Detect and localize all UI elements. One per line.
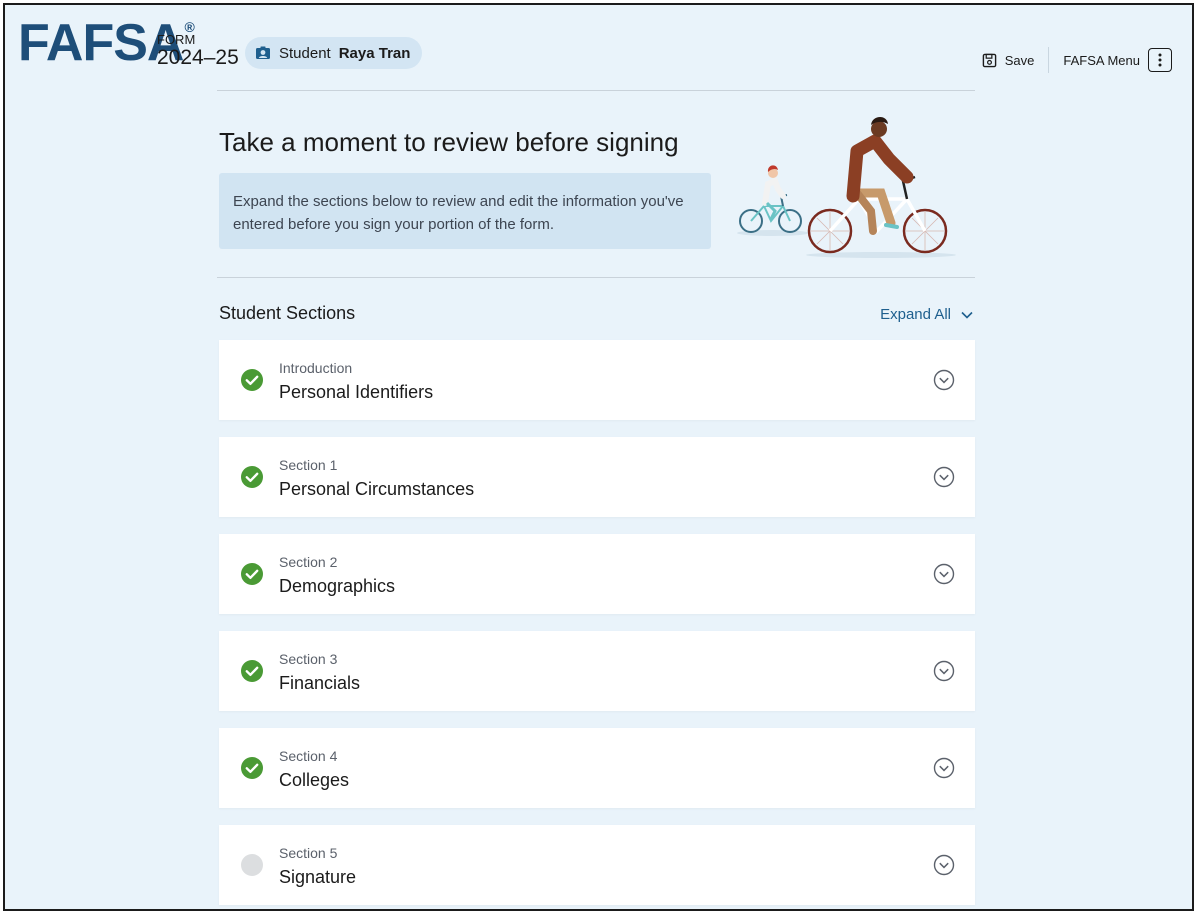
expand-chevron-icon[interactable] — [933, 563, 955, 585]
student-id-icon — [256, 46, 270, 59]
student-role: Student — [279, 44, 331, 62]
section-title: Financials — [279, 673, 361, 693]
expand-chevron-icon[interactable] — [933, 466, 955, 488]
save-label: Save — [1004, 52, 1035, 68]
section-label: Section 3 — [279, 651, 338, 667]
expand-chevron-icon[interactable] — [933, 369, 955, 391]
expand-all-label: Expand All — [880, 306, 951, 323]
section-title: Signature — [279, 867, 357, 887]
section-label: Introduction — [279, 360, 353, 376]
section-card-introduction[interactable]: Introduction Personal Identifiers — [219, 340, 975, 420]
check-circle-icon — [241, 660, 263, 682]
page-title: Take a moment to review before signing — [219, 127, 679, 157]
section-list: Introduction Personal Identifiers Sectio… — [217, 340, 975, 905]
student-badge: Student Raya Tran — [245, 37, 423, 69]
info-box: Expand the sections below to review and … — [219, 173, 711, 249]
section-label: Section 4 — [279, 748, 338, 764]
chevron-down-icon — [961, 311, 973, 319]
section-title: Demographics — [279, 576, 396, 596]
header-actions: Save FAFSA Menu — [982, 47, 1172, 73]
expand-all-button[interactable]: Expand All — [880, 306, 973, 323]
incomplete-circle-icon — [241, 854, 263, 876]
section-title: Colleges — [279, 770, 350, 790]
section-title: Personal Circumstances — [279, 479, 475, 499]
sections-header: Student Sections Expand All — [217, 278, 975, 340]
save-disk-icon — [982, 53, 997, 67]
main-content: Take a moment to review before signing E… — [217, 90, 975, 909]
review-hero: Take a moment to review before signing E… — [217, 91, 975, 277]
form-year: 2024–25 — [157, 46, 239, 69]
section-card-1[interactable]: Section 1 Personal Circumstances — [219, 437, 975, 517]
form-year-block: FORM 2024–25 — [157, 33, 239, 69]
section-card-3[interactable]: Section 3 Financials — [219, 631, 975, 711]
form-label: FORM — [157, 32, 196, 47]
section-label: Section 5 — [279, 845, 338, 861]
expand-chevron-icon[interactable] — [933, 660, 955, 682]
expand-chevron-icon[interactable] — [933, 757, 955, 779]
cyclists-illustration — [737, 116, 956, 258]
expand-chevron-icon[interactable] — [933, 854, 955, 876]
check-circle-icon — [241, 757, 263, 779]
sections-title: Student Sections — [219, 303, 356, 323]
section-card-2[interactable]: Section 2 Demographics — [219, 534, 975, 614]
section-label: Section 2 — [279, 554, 338, 570]
student-name: Raya Tran — [338, 44, 411, 62]
check-circle-icon — [241, 369, 263, 391]
section-label: Section 1 — [279, 457, 338, 473]
menu-label: FAFSA Menu — [1063, 52, 1140, 68]
section-card-5[interactable]: Section 5 Signature — [219, 825, 975, 905]
kebab-menu-icon — [1148, 48, 1172, 72]
save-button[interactable]: Save — [982, 47, 1050, 73]
section-card-4[interactable]: Section 4 Colleges — [219, 728, 975, 808]
check-circle-icon — [241, 563, 263, 585]
fafsa-menu-button[interactable]: FAFSA Menu — [1063, 48, 1172, 72]
section-title: Personal Identifiers — [279, 382, 434, 402]
app-window: FAFSA ® FORM 2024–25 Student Raya Tran S… — [3, 3, 1194, 911]
check-circle-icon — [241, 466, 263, 488]
